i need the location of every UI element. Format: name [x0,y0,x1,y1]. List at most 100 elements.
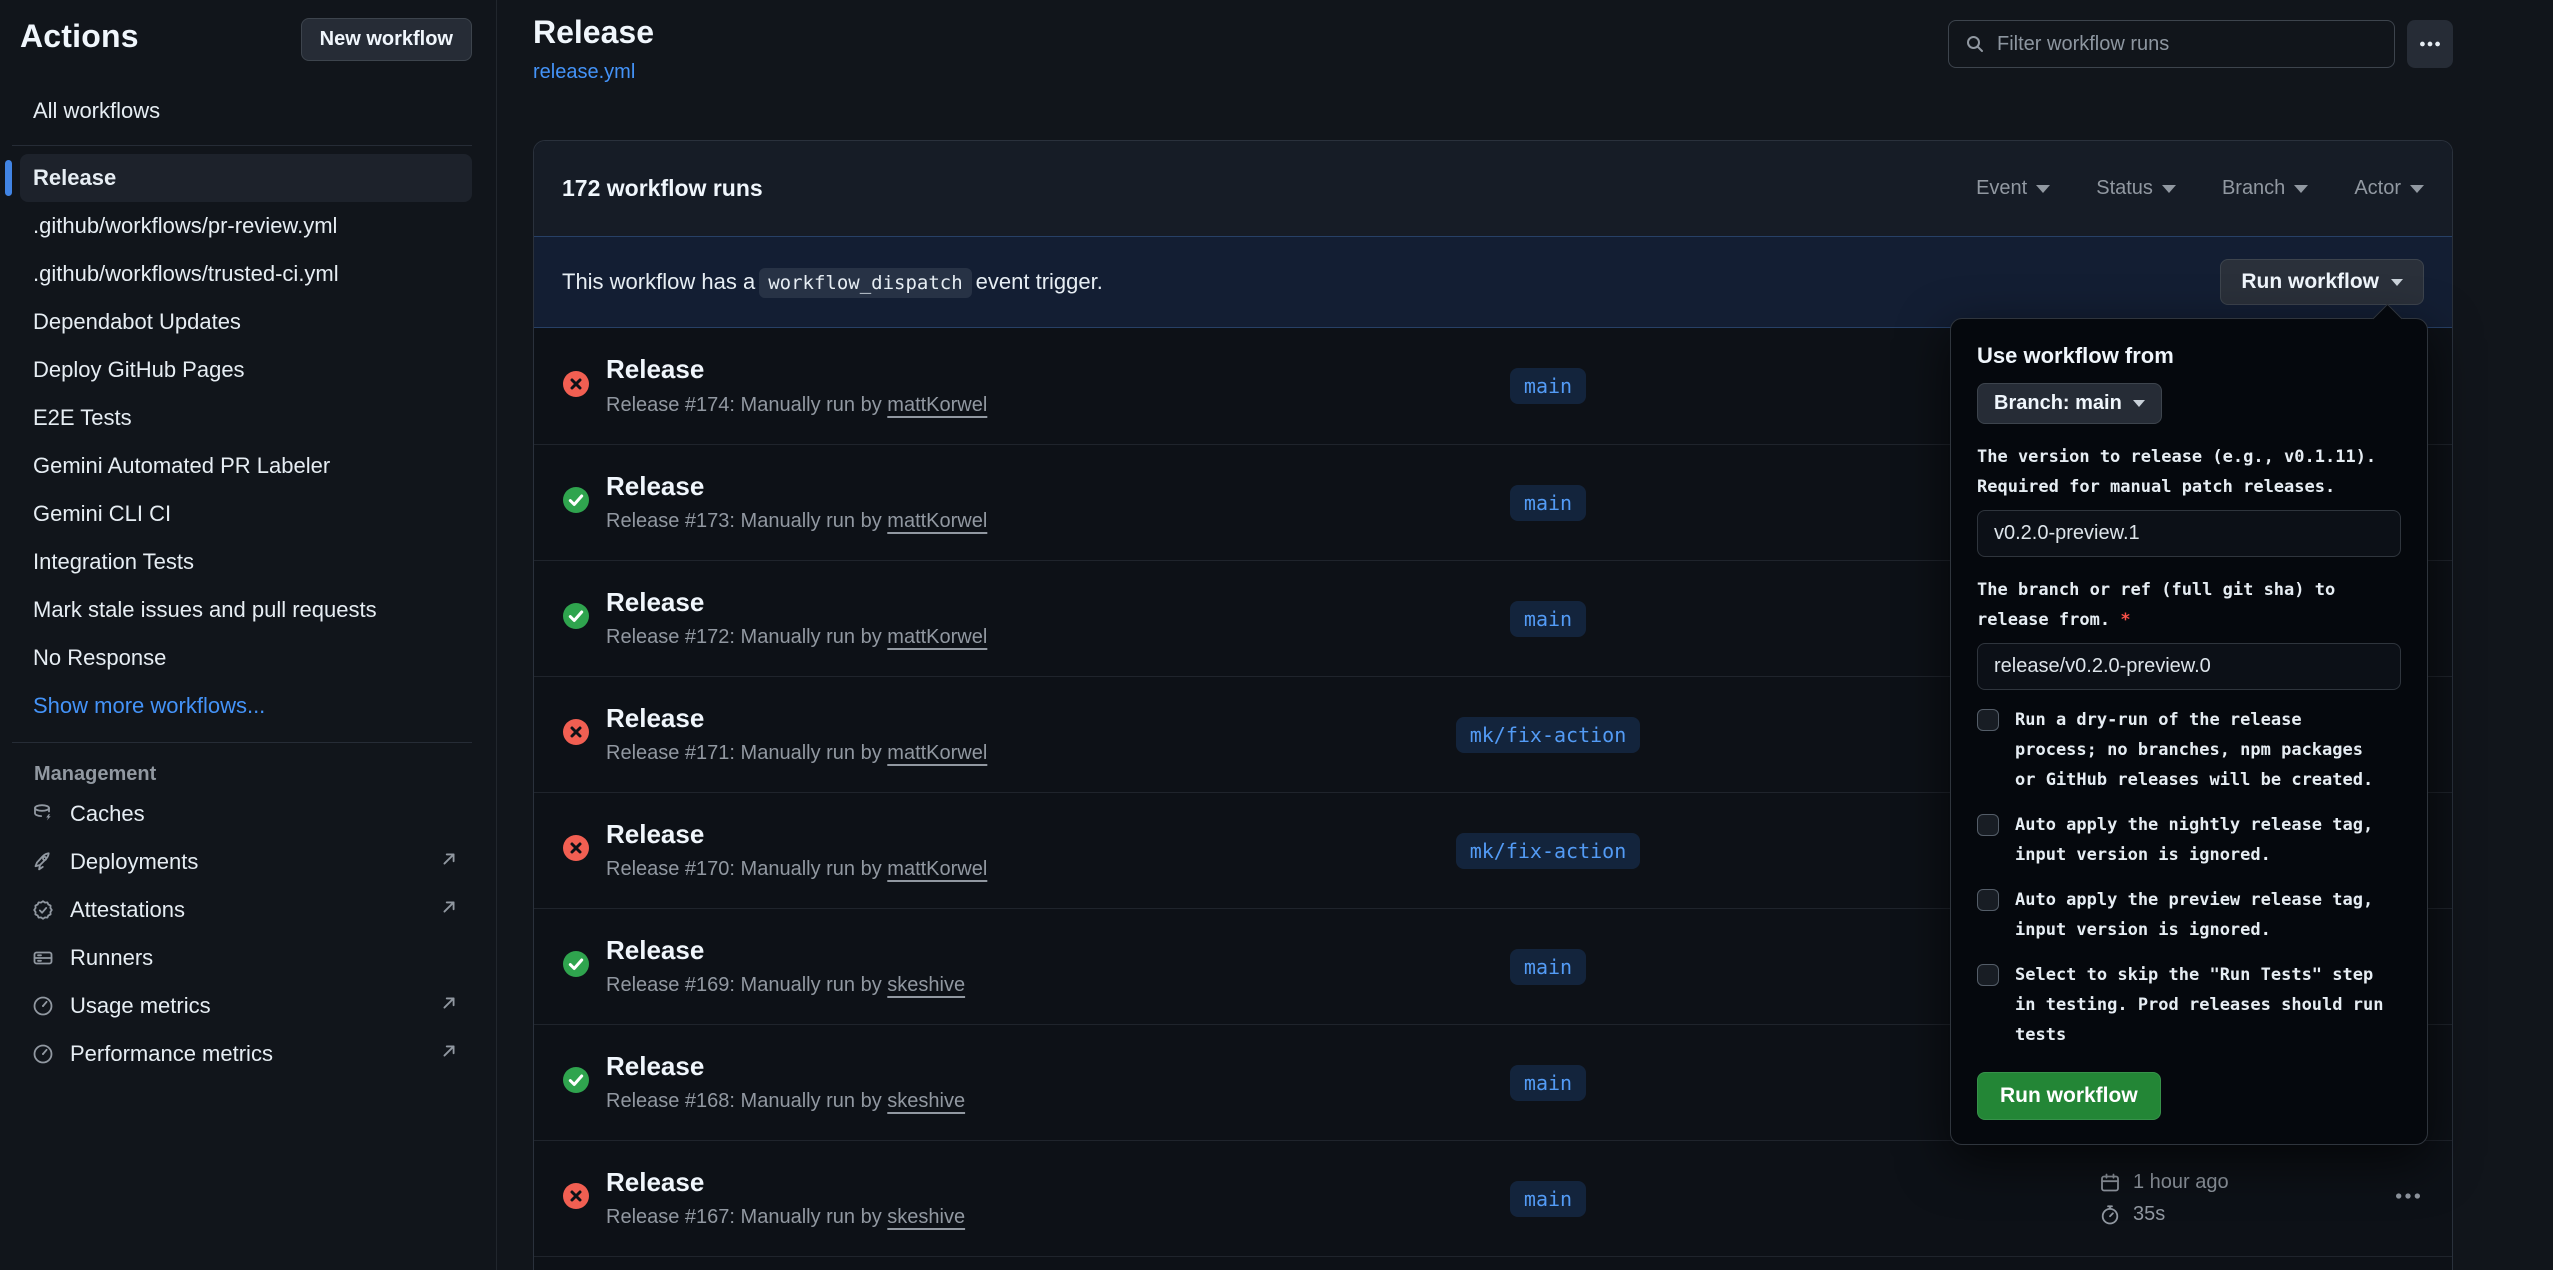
chevron-down-icon [2162,185,2176,193]
run-actor-link[interactable]: mattKorwel [887,858,987,880]
failure-status-icon [562,718,606,751]
sidebar-item-workflow[interactable]: Dependabot Updates [20,298,472,346]
sidebar-item-caches[interactable]: Caches [20,790,472,838]
run-title-link[interactable]: Release [606,1167,704,1197]
filter-actor[interactable]: Actor [2354,177,2424,200]
sidebar-item-workflow[interactable]: Gemini Automated PR Labeler [20,442,472,490]
sidebar-item-workflow[interactable]: Gemini CLI CI [20,490,472,538]
run-branch-cell: main [1328,949,1768,985]
failure-status-icon [562,370,606,403]
run-workflow-panel: Use workflow from Branch: main The versi… [1950,318,2428,1145]
success-status-icon [562,486,606,519]
checkbox[interactable] [1977,709,1999,731]
run-title-link[interactable]: Release [606,935,704,965]
branch-badge[interactable]: main [1510,949,1586,985]
sidebar-item-workflow[interactable]: .github/workflows/pr-review.yml [20,202,472,250]
filter-status[interactable]: Status [2096,177,2176,200]
run-duration: 35s [2098,1203,2268,1227]
banner-code: workflow_dispatch [759,268,971,298]
external-link-icon [438,848,460,876]
sidebar-item-performance-metrics[interactable]: Performance metrics [20,1030,472,1078]
branch-badge[interactable]: main [1510,485,1586,521]
sidebar-item-workflow[interactable]: E2E Tests [20,394,472,442]
panel-heading: Use workflow from [1977,343,2401,369]
version-input[interactable] [1977,510,2401,557]
sidebar-item-workflow[interactable]: Integration Tests [20,538,472,586]
filter-branch[interactable]: Branch [2222,177,2308,200]
rocket-icon [31,850,55,874]
run-actor-link[interactable]: skeshive [887,974,965,996]
banner-text: This workflow has aworkflow_dispatcheven… [562,269,1103,295]
run-meta: 1 hour ago 35s [2098,1171,2268,1227]
run-actor-link[interactable]: skeshive [887,1090,965,1112]
run-title-link[interactable]: Release [606,587,704,617]
branch-badge[interactable]: main [1510,1181,1586,1217]
run-subtitle: Release #172: Manually run by mattKorwel [606,626,1328,649]
run-main: ReleaseRelease #170: Manually run by mat… [606,820,1328,882]
sidebar-item-workflow[interactable]: Release [20,154,472,202]
filter-runs-input[interactable] [1997,33,2380,56]
sidebar-item-runners[interactable]: Runners [20,934,472,982]
run-subtitle-text: Release #171: Manually run by [606,742,887,764]
workflow-list: Release.github/workflows/pr-review.yml.g… [20,154,472,730]
run-actor-link[interactable]: mattKorwel [887,626,987,648]
workflow-file-link[interactable]: release.yml [533,61,635,84]
run-workflow-dropdown-button[interactable]: Run workflow [2220,259,2424,305]
sidebar-item-workflow[interactable]: No Response [20,634,472,682]
branch-badge[interactable]: main [1510,1065,1586,1101]
run-title-link[interactable]: Release [606,1051,704,1081]
sidebar-item-usage-metrics[interactable]: Usage metrics [20,982,472,1030]
branch-select-button[interactable]: Branch: main [1977,383,2162,424]
checkbox[interactable] [1977,814,1999,836]
checkbox[interactable] [1977,889,1999,911]
sidebar-item-workflow[interactable]: Mark stale issues and pull requests [20,586,472,634]
branch-badge[interactable]: main [1510,601,1586,637]
checkbox[interactable] [1977,964,1999,986]
branch-badge[interactable]: mk/fix-action [1456,717,1641,753]
sidebar-item-workflow[interactable]: .github/workflows/trusted-ci.yml [20,250,472,298]
failure-status-icon [562,834,606,867]
sidebar-item-all-workflows[interactable]: All workflows [20,89,472,133]
run-time: 1 hour ago [2098,1171,2268,1195]
new-workflow-button[interactable]: New workflow [301,18,472,61]
actions-sidebar: Actions New workflow All workflows Relea… [0,0,497,1270]
run-actor-link[interactable]: mattKorwel [887,510,987,532]
sidebar-item-label: Deployments [70,849,198,875]
sidebar-header: Actions New workflow [0,0,496,61]
run-workflow-submit-button[interactable]: Run workflow [1977,1072,2161,1120]
runs-filters: Event Status Branch Actor [1976,177,2424,200]
run-subtitle: Release #174: Manually run by mattKorwel [606,394,1328,417]
sidebar-item-label: Performance metrics [70,1041,273,1067]
sidebar-divider [12,742,472,743]
sidebar-divider [12,145,472,146]
run-options-kebab-button[interactable] [2268,1180,2428,1217]
run-actor-link[interactable]: skeshive [887,1206,965,1228]
filter-label: Status [2096,177,2153,200]
checkbox-label: Run a dry-run of the release process; no… [2015,705,2385,795]
branch-badge[interactable]: main [1510,368,1586,404]
sidebar-item-deployments[interactable]: Deployments [20,838,472,886]
checkbox-label: Auto apply the nightly release tag, inpu… [2015,810,2385,870]
workflow-options-kebab-button[interactable] [2407,20,2453,68]
branch-badge[interactable]: mk/fix-action [1456,833,1641,869]
external-link-icon [438,896,460,924]
partial-run-row [534,1256,2452,1270]
cache-icon [31,802,55,826]
version-input-description: The version to release (e.g., v0.1.11). … [1977,442,2401,502]
run-title-link[interactable]: Release [606,471,704,501]
run-time-label: 1 hour ago [2133,1171,2229,1194]
sidebar-item-workflow[interactable]: Deploy GitHub Pages [20,346,472,394]
checkbox-label: Select to skip the "Run Tests" step in t… [2015,960,2385,1050]
run-title-link[interactable]: Release [606,819,704,849]
run-main: Release Release #174: Manually run by mat… [606,355,1328,417]
run-main: Release Release #171: Manually run by mat… [606,704,1328,766]
run-actor-link[interactable]: mattKorwel [887,742,987,764]
show-more-workflows-link[interactable]: Show more workflows... [20,682,472,730]
page-title: Release [533,14,654,51]
run-actor-link[interactable]: mattKorwel [887,394,987,416]
run-title-link[interactable]: Release [606,703,704,733]
run-title-link[interactable]: Release [606,354,704,384]
filter-event[interactable]: Event [1976,177,2050,200]
sidebar-item-attestations[interactable]: Attestations [20,886,472,934]
ref-input[interactable] [1977,643,2401,690]
